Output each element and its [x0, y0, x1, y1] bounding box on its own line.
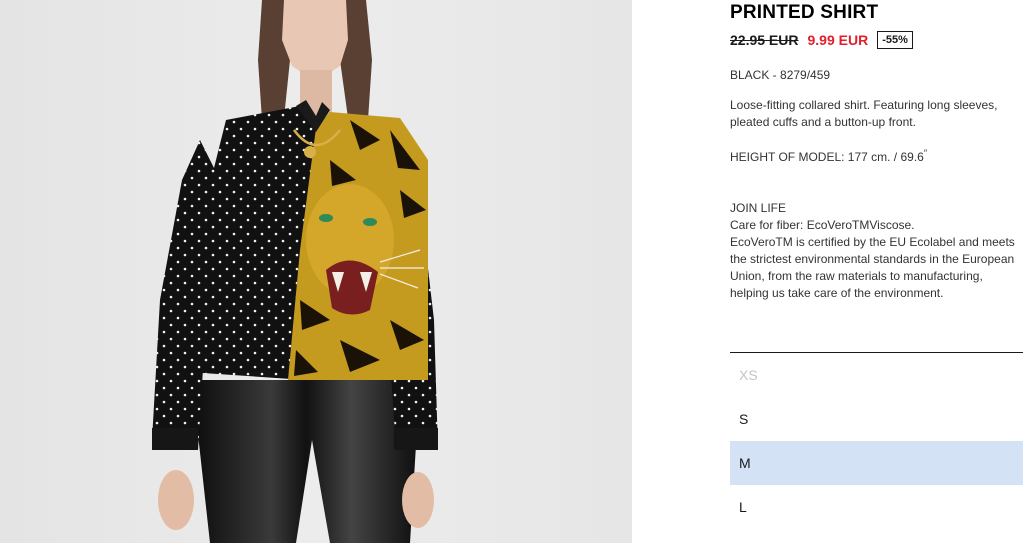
join-life-section: JOIN LIFE Care for fiber: EcoVeroTMVisco…: [730, 200, 1023, 302]
size-option-s[interactable]: S: [730, 397, 1023, 441]
size-label: XS: [739, 367, 758, 383]
size-option-xs: XS: [730, 353, 1023, 397]
join-life-text: EcoVeroTM is certified by the EU Ecolabe…: [730, 235, 1015, 300]
size-label: L: [739, 499, 747, 515]
sale-price: 9.99 EUR: [807, 32, 869, 48]
size-label: M: [739, 455, 751, 471]
product-title: PRINTED SHIRT: [730, 2, 879, 23]
product-image[interactable]: [0, 0, 632, 543]
price-row: 22.95 EUR 9.99 EUR -55%: [730, 30, 913, 50]
size-option-m[interactable]: M: [730, 441, 1023, 485]
original-price: 22.95 EUR: [730, 32, 799, 48]
size-selector: XS S M L: [730, 353, 1023, 529]
model-height-text: HEIGHT OF MODEL: 177 cm. / 69.6: [730, 150, 924, 164]
product-photo: [0, 0, 632, 543]
discount-badge: -55%: [877, 31, 913, 49]
color-reference: BLACK - 8279/459: [730, 68, 831, 82]
model-height: HEIGHT OF MODEL: 177 cm. / 69.6″: [730, 148, 927, 164]
product-details: PRINTED SHIRT 22.95 EUR 9.99 EUR -55% BL…: [730, 0, 1023, 543]
product-description: Loose-fitting collared shirt. Featuring …: [730, 98, 998, 129]
inch-mark: ″: [923, 148, 928, 158]
join-life-heading: JOIN LIFE: [730, 201, 787, 215]
size-label: S: [739, 411, 749, 427]
size-option-l[interactable]: L: [730, 485, 1023, 529]
join-life-care: Care for fiber: EcoVeroTMViscose.: [730, 218, 915, 232]
